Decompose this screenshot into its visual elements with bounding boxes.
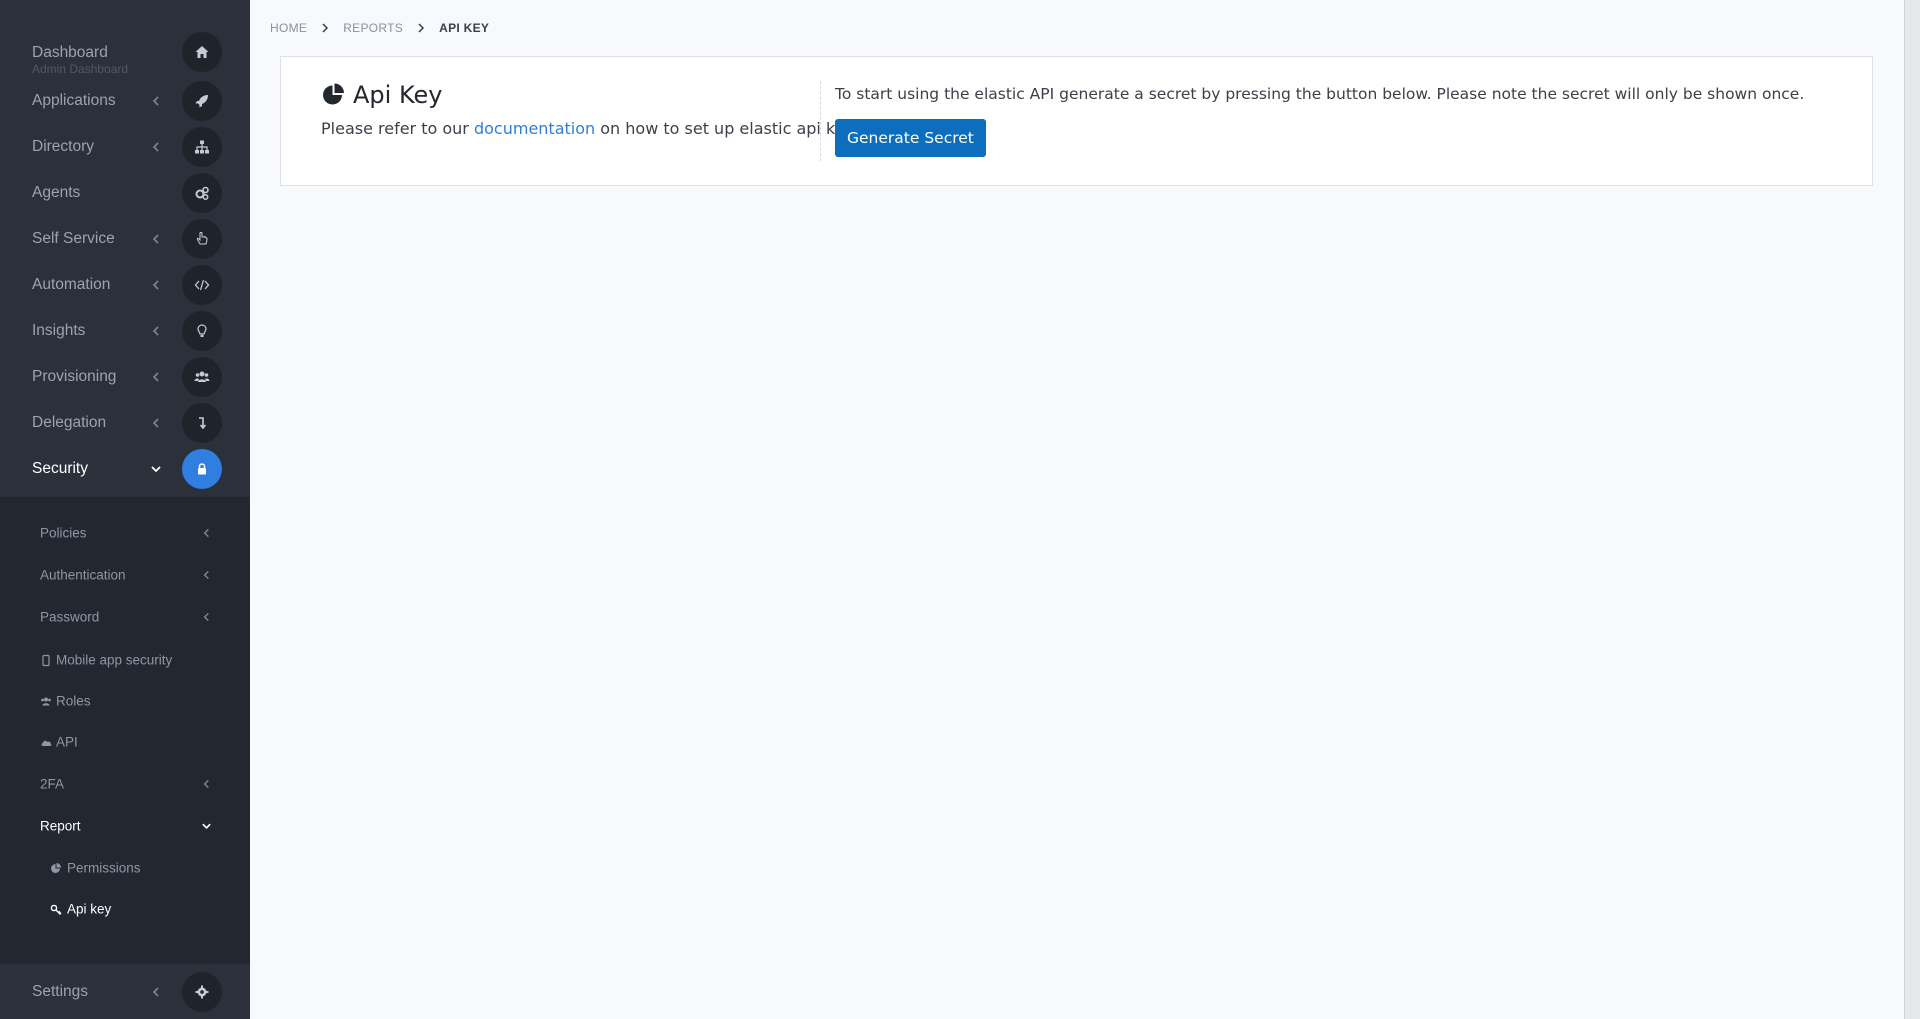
chevron-left-icon bbox=[152, 418, 159, 428]
card-description: Please refer to our documentation on how… bbox=[321, 119, 867, 138]
rocket-icon bbox=[182, 81, 222, 121]
chevron-left-icon bbox=[203, 528, 209, 538]
chevron-left-icon bbox=[152, 96, 159, 106]
chevron-left-icon bbox=[152, 987, 159, 997]
sidebar-subitem-label: Authentication bbox=[40, 567, 126, 583]
description-suffix: on how to set up elastic api keys. bbox=[595, 119, 868, 138]
sidebar-item-dashboard[interactable]: Dashboard Admin Dashboard bbox=[0, 28, 250, 76]
pie-chart-icon bbox=[323, 83, 344, 105]
cloud-icon bbox=[41, 740, 52, 746]
pie-chart-icon bbox=[51, 862, 61, 873]
sidebar-subitem-authentication[interactable]: Authentication bbox=[0, 558, 250, 592]
sidebar-item-sublabel: Admin Dashboard bbox=[32, 62, 129, 76]
secret-instructions: To start using the elastic API generate … bbox=[835, 85, 1805, 103]
breadcrumb-current: API KEY bbox=[439, 21, 490, 35]
sidebar-item-label: Automation bbox=[32, 276, 111, 293]
card-title-text: Api Key bbox=[353, 81, 443, 109]
card-divider bbox=[820, 81, 821, 161]
hand-pointer-icon bbox=[182, 219, 222, 259]
sidebar-subitem-label: Policies bbox=[40, 525, 87, 541]
sidebar-item-delegation[interactable]: Delegation bbox=[0, 400, 250, 446]
sidebar-subitem-label: Password bbox=[40, 609, 100, 625]
sidebar-subitem-permissions[interactable]: Permissions bbox=[0, 851, 250, 885]
sidebar-subitem-roles[interactable]: Roles bbox=[0, 684, 250, 718]
chevron-left-icon bbox=[203, 612, 209, 622]
sidebar-item-applications[interactable]: Applications bbox=[0, 78, 250, 124]
chevron-left-icon bbox=[152, 234, 159, 244]
scrollbar[interactable] bbox=[1904, 0, 1920, 1019]
sidebar-subitem-label: Mobile app security bbox=[56, 652, 173, 668]
sidebar-subitem-2fa[interactable]: 2FA bbox=[0, 767, 250, 801]
page-title: Api Key bbox=[321, 81, 867, 109]
description-prefix: Please refer to our bbox=[321, 119, 474, 138]
home-icon bbox=[182, 32, 222, 72]
users-icon bbox=[41, 697, 51, 705]
sidebar-item-label: Dashboard bbox=[32, 44, 108, 61]
sidebar-subitem-label: 2FA bbox=[40, 776, 65, 792]
documentation-link[interactable]: documentation bbox=[474, 119, 595, 138]
sidebar-item-label: Security bbox=[32, 460, 88, 477]
main-content: HOME REPORTS API KEY Api Key Please refe… bbox=[250, 0, 1904, 1019]
sidebar-item-self-service[interactable]: Self Service bbox=[0, 216, 250, 262]
users-icon bbox=[182, 357, 222, 397]
sidebar-item-label: Directory bbox=[32, 138, 95, 155]
sidebar-subitem-label: Report bbox=[40, 818, 81, 834]
sidebar-item-label: Agents bbox=[32, 184, 81, 201]
sidebar-item-label: Provisioning bbox=[32, 368, 117, 385]
sidebar-subitem-label: Api key bbox=[67, 901, 112, 917]
sidebar-item-provisioning[interactable]: Provisioning bbox=[0, 354, 250, 400]
api-key-card: Api Key Please refer to our documentatio… bbox=[280, 56, 1873, 186]
sidebar-subitem-label: API bbox=[56, 734, 78, 750]
sidebar-item-settings[interactable]: Settings bbox=[0, 969, 250, 1015]
breadcrumb: HOME REPORTS API KEY bbox=[270, 21, 489, 35]
sidebar-item-insights[interactable]: Insights bbox=[0, 308, 250, 354]
chevron-left-icon bbox=[152, 326, 159, 336]
sidebar-subitem-label: Roles bbox=[56, 693, 91, 709]
code-icon bbox=[182, 265, 222, 305]
chevron-down-icon bbox=[202, 823, 211, 830]
cogs-icon bbox=[182, 173, 222, 213]
sidebar-item-label: Insights bbox=[32, 322, 86, 339]
card-action: To start using the elastic API generate … bbox=[835, 85, 1804, 157]
chevron-left-icon bbox=[203, 779, 209, 789]
sitemap-icon bbox=[182, 127, 222, 167]
sidebar-item-directory[interactable]: Directory bbox=[0, 124, 250, 170]
lightbulb-icon bbox=[182, 311, 222, 351]
breadcrumb-home[interactable]: HOME bbox=[270, 21, 307, 35]
breadcrumb-reports[interactable]: REPORTS bbox=[343, 21, 403, 35]
chevron-left-icon bbox=[152, 372, 159, 382]
sidebar-subitem-label: Permissions bbox=[67, 860, 141, 876]
chevron-right-icon bbox=[418, 23, 425, 33]
generate-secret-button[interactable]: Generate Secret bbox=[835, 119, 986, 157]
sidebar: Dashboard Admin Dashboard Applications D… bbox=[0, 0, 250, 1019]
sidebar-subitem-mobile-app-security[interactable]: Mobile app security bbox=[0, 643, 250, 677]
sidebar-item-automation[interactable]: Automation bbox=[0, 262, 250, 308]
sidebar-item-label: Applications bbox=[32, 92, 116, 109]
chevron-left-icon bbox=[152, 280, 159, 290]
sidebar-item-agents[interactable]: Agents bbox=[0, 170, 250, 216]
sidebar-subitem-api-key[interactable]: Api key bbox=[0, 892, 250, 926]
chevron-left-icon bbox=[203, 570, 209, 580]
sidebar-subitem-password[interactable]: Password bbox=[0, 600, 250, 634]
chevron-right-icon bbox=[322, 23, 329, 33]
gear-icon bbox=[182, 972, 222, 1012]
sidebar-item-label: Self Service bbox=[32, 230, 115, 247]
level-down-icon bbox=[182, 403, 222, 443]
card-info: Api Key Please refer to our documentatio… bbox=[321, 81, 867, 138]
key-icon bbox=[50, 904, 62, 915]
sidebar-subitem-policies[interactable]: Policies bbox=[0, 516, 250, 550]
sidebar-subitem-report[interactable]: Report bbox=[0, 809, 250, 843]
sidebar-item-security[interactable]: Security bbox=[0, 446, 250, 492]
lock-icon bbox=[182, 449, 222, 489]
sidebar-item-label: Delegation bbox=[32, 414, 107, 431]
chevron-down-icon bbox=[151, 466, 161, 473]
mobile-icon bbox=[42, 654, 50, 666]
sidebar-subitem-api[interactable]: API bbox=[0, 725, 250, 759]
chevron-left-icon bbox=[152, 142, 159, 152]
sidebar-item-label: Settings bbox=[32, 983, 89, 1000]
